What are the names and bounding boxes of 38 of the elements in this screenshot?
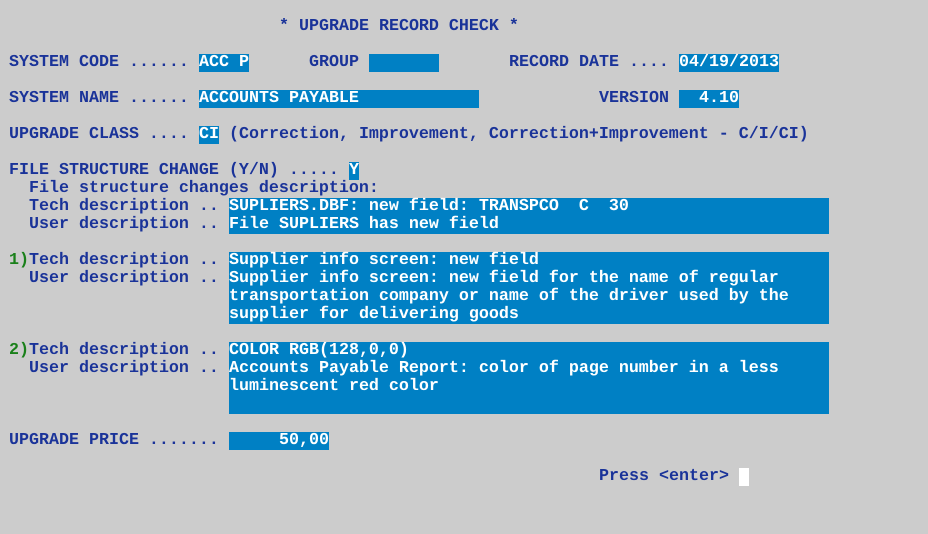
field-label: SYSTEM NAME ...... [9,90,189,108]
field-label: VERSION [599,90,669,108]
field-label: User description .. [29,360,219,378]
field-label: FILE STRUCTURE CHANGE (Y/N) ..... [9,162,339,180]
item-number: 2) [9,342,29,360]
tech-description-text: Supplier info screen: new field [229,252,540,270]
user-description-text: Accounts Payable Report: color of page number in a less luminescent red color [229,360,780,396]
field-label: User description .. [29,270,219,288]
description-field[interactable]: Supplier info screen: new field Supplier info screen: new field for the name of regular transportation company or name of the driver used by the supplier for delivering goods [229,252,829,324]
field-label: SYSTEM CODE ...... [9,54,189,72]
user-description-text: File SUPLIERS has new field [229,216,500,234]
field-label: UPGRADE CLASS .... [9,126,189,144]
text-cursor [739,468,749,486]
section-heading: File structure changes description: [29,180,379,198]
system-name-field[interactable]: ACCOUNTS PAYABLE [199,90,479,108]
screen-title: * UPGRADE RECORD CHECK * [279,18,519,36]
tech-description-text: SUPLIERS.DBF: new field: TRANSPCO C 30 [229,198,630,216]
field-label: Tech description .. [29,252,219,270]
field-label: Tech description .. [29,342,219,360]
system-code-field[interactable]: ACC P [199,54,249,72]
field-label: User description .. [29,216,219,234]
prompt-text: Press <enter> [599,468,729,486]
tech-description-text: COLOR RGB(128,0,0) [229,342,410,360]
description-field[interactable]: SUPLIERS.DBF: new field: TRANSPCO C 30 File SUPLIERS has new field [229,198,829,234]
field-label: UPGRADE PRICE ....... [9,432,219,450]
field-label: RECORD DATE .... [509,54,669,72]
upgrade-class-field[interactable]: CI [199,126,219,144]
record-date-field[interactable]: 04/19/2013 [679,54,779,72]
field-label: Tech description .. [29,198,219,216]
user-description-text: Supplier info screen: new field for the name of regular transportation company or name of the driver used by the supplier for delivering goods [229,270,790,324]
group-field[interactable] [369,54,439,72]
field-hint: (Correction, Improvement, Correction+Improvement - C/I/CI) [229,126,809,144]
upgrade-price-field[interactable]: 50,00 [229,432,329,450]
version-field[interactable]: 4.10 [679,90,739,108]
item-number: 1) [9,252,29,270]
structure-change-field[interactable]: Y [349,162,359,180]
description-field[interactable]: COLOR RGB(128,0,0) Accounts Payable Report: color of page number in a less luminescent red color [229,342,829,414]
field-label: GROUP [309,54,359,72]
